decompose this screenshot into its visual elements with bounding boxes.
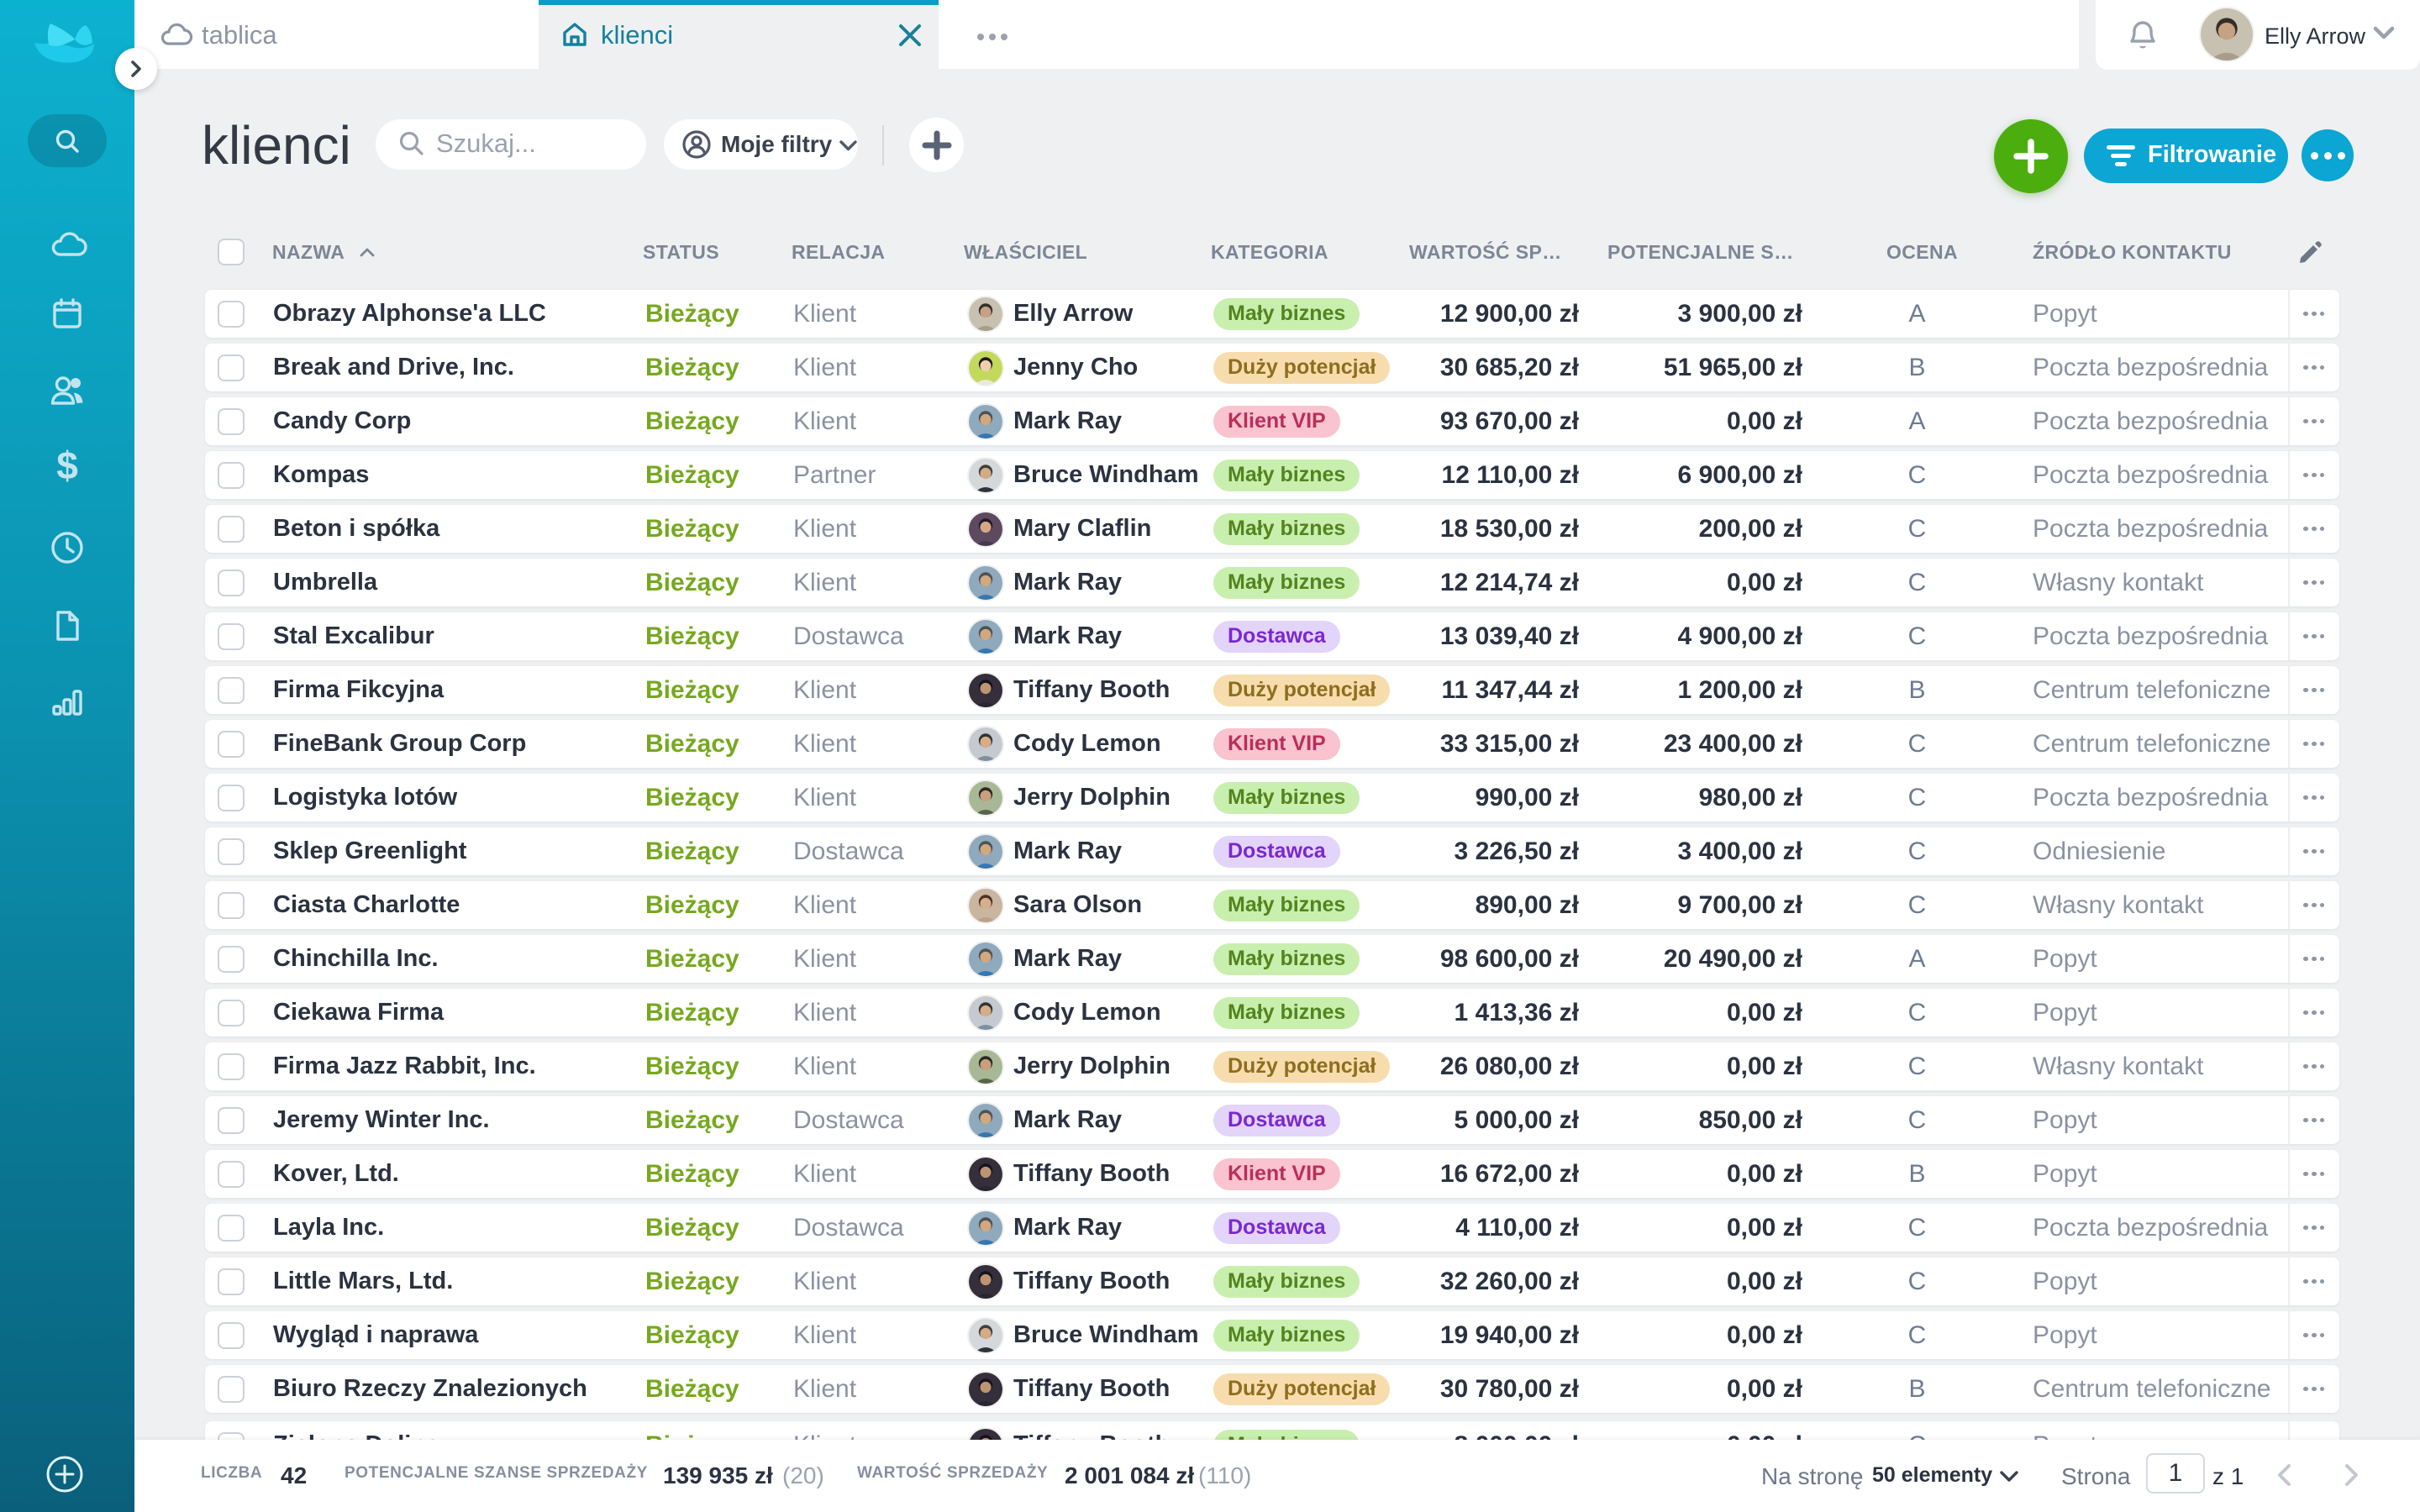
- svg-text:$: $: [56, 448, 78, 485]
